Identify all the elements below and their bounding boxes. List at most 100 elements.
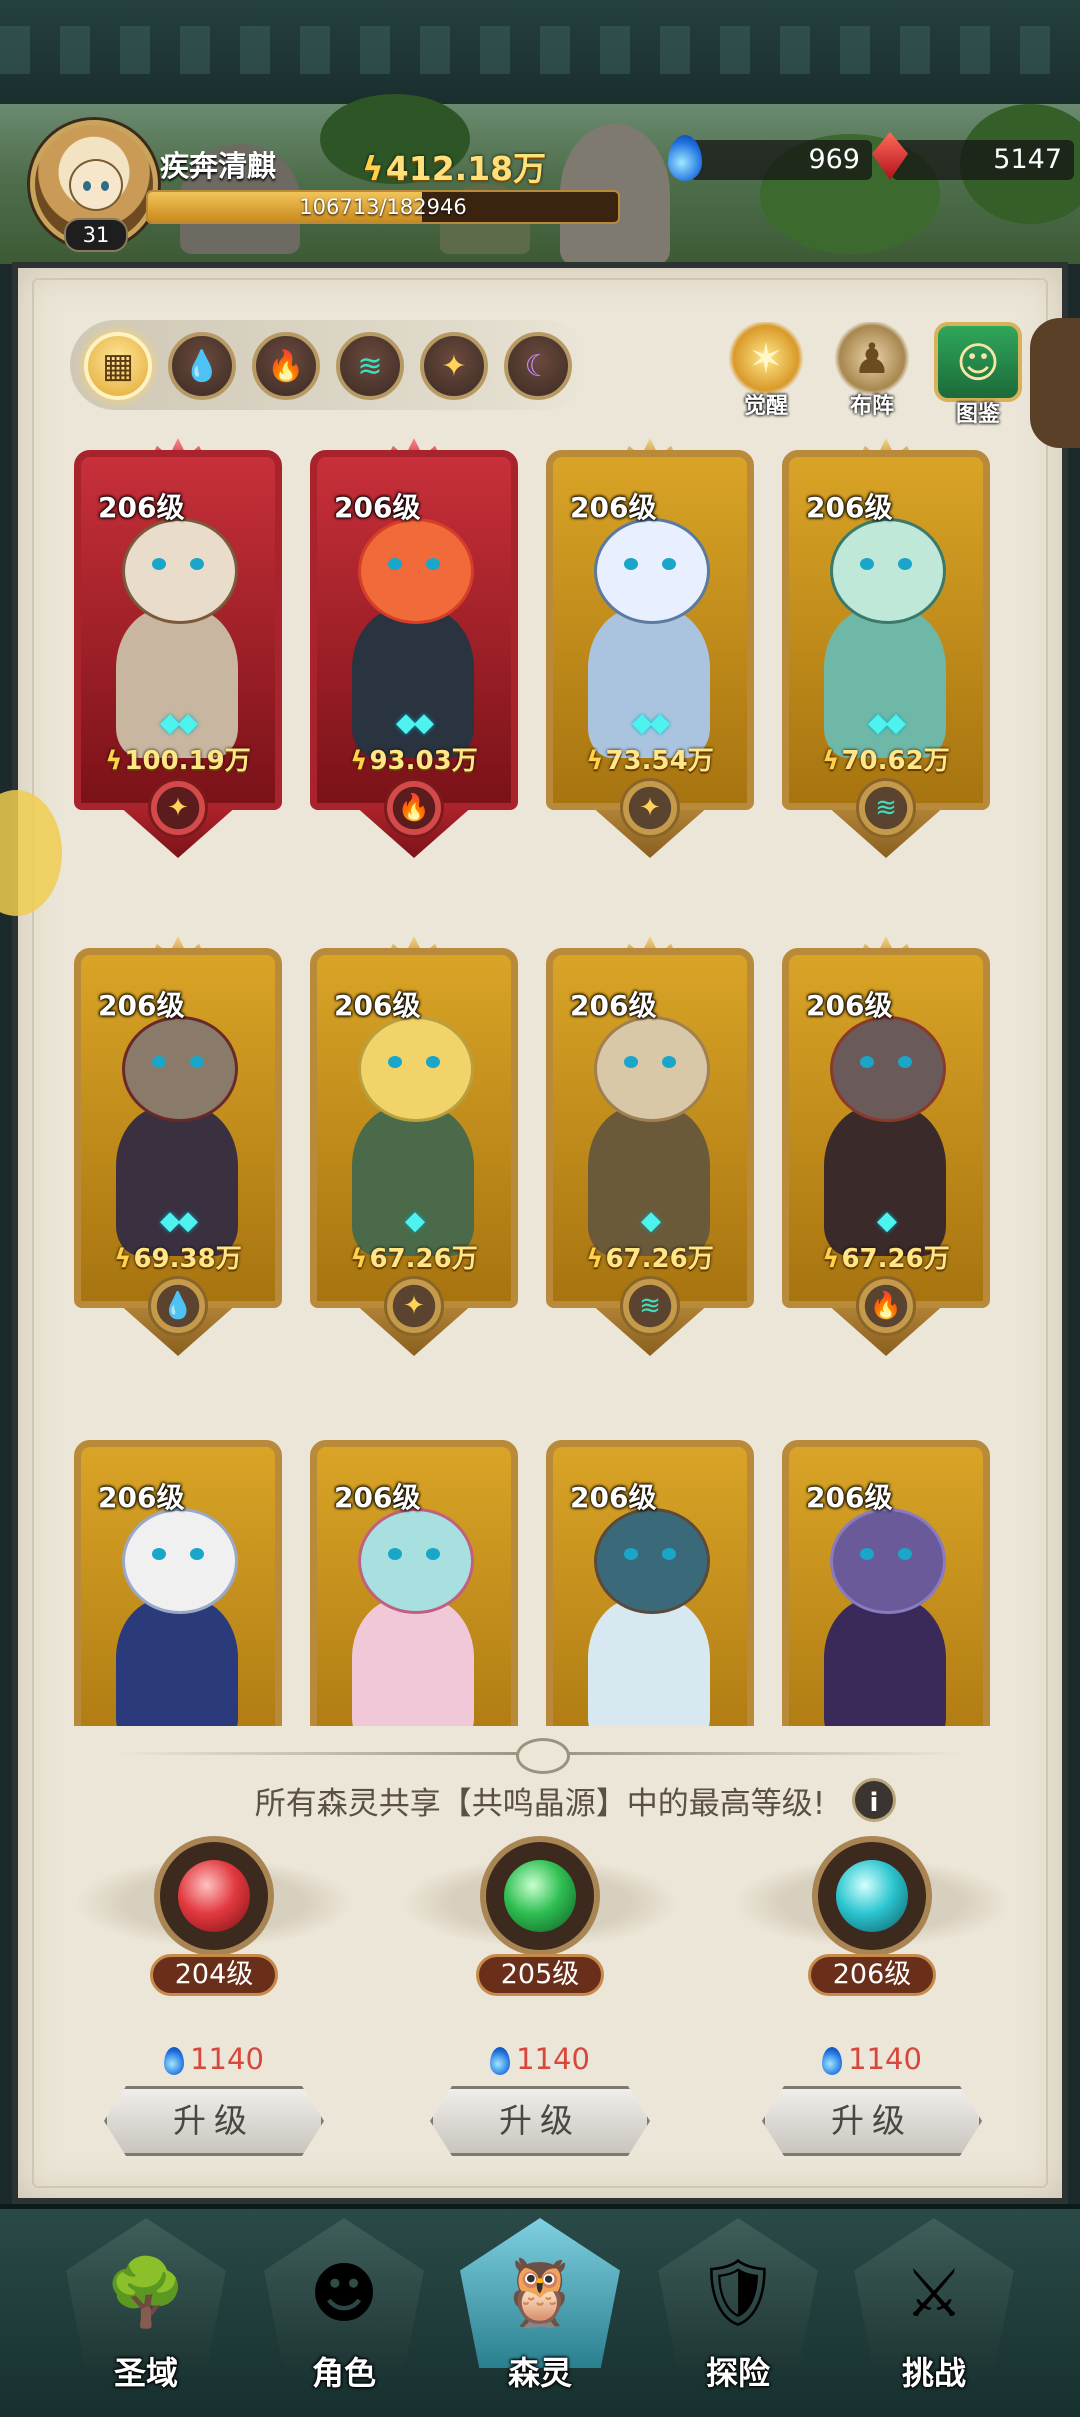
upgrade-button[interactable]: 升级: [104, 2086, 324, 2156]
tab-dark[interactable]: ☾: [504, 332, 572, 400]
power-bolt-icon: ϟ: [105, 746, 123, 776]
awaken-button[interactable]: ✶ 觉醒: [716, 322, 816, 422]
chess-pawn-icon: ♟: [832, 322, 912, 394]
spirit-card[interactable]: 206级: [310, 1440, 518, 1726]
fire-element-icon: 🔥: [856, 1276, 916, 1336]
spirit-power: ϟ67.26万: [350, 1244, 478, 1274]
water-crystal-counter[interactable]: 969: [690, 140, 872, 180]
spirit-card[interactable]: 206级: [546, 1440, 754, 1726]
upgrade-cost: 1140: [772, 2042, 972, 2076]
ruby-counter[interactable]: 5147: [892, 140, 1074, 180]
spirit-card[interactable]: 206级 ◆ ϟ67.26万 ✦: [310, 936, 518, 1366]
power-bolt-icon: ϟ: [114, 1244, 132, 1274]
orb-level: 204级: [150, 1954, 278, 1996]
resonance-orb-frame[interactable]: [480, 1836, 600, 1956]
tab-light[interactable]: ✦: [420, 332, 488, 400]
resonance-slot: 205级 1140 升级: [400, 1836, 680, 2156]
tab-wind[interactable]: ≋: [336, 332, 404, 400]
ruby-value: 5147: [993, 144, 1062, 175]
light-element-icon: ✦: [148, 778, 208, 838]
power-bolt-icon: ϟ: [822, 746, 840, 776]
power-bolt-icon: ϟ: [350, 1244, 368, 1274]
resonance-hint: 所有森灵共享【共鸣晶源】中的最高等级!: [254, 1786, 826, 1822]
nav-spirits[interactable]: 🦉 森灵: [448, 2218, 632, 2408]
tab-all[interactable]: ▦: [84, 332, 152, 400]
nav-label: 森灵: [507, 2354, 572, 2392]
spirit-icon: 🦉: [460, 2218, 620, 2368]
tab-water[interactable]: 💧: [168, 332, 236, 400]
fire-element-icon: 🔥: [267, 348, 305, 384]
resonance-orb-frame[interactable]: [154, 1836, 274, 1956]
spirit-card[interactable]: 206级 ◆◆ ϟ100.19万 ✦: [74, 438, 282, 868]
codex-button[interactable]: ☺ 图鉴: [928, 322, 1028, 427]
divider-knot: [516, 1738, 570, 1774]
green-orb-icon: [504, 1860, 576, 1932]
spirit-level: 206级: [334, 1481, 421, 1514]
power-bolt-icon: ϟ: [350, 746, 368, 776]
nav-sanctuary[interactable]: 🌳 圣域: [54, 2218, 238, 2408]
light-element-icon: ✦: [620, 778, 680, 838]
water-crystal-icon: [822, 2047, 843, 2075]
spirit-card[interactable]: 206级 ◆◆ ϟ70.62万 ≋: [782, 438, 990, 868]
nav-label: 探险: [705, 2354, 770, 2392]
codex-book-icon: ☺: [934, 322, 1022, 402]
nav-explore[interactable]: 🛡 探险: [646, 2218, 830, 2408]
star-rank: ◆◆: [160, 1206, 198, 1236]
spirit-card[interactable]: 206级 ◆◆ ϟ73.54万 ✦: [546, 438, 754, 868]
exp-text: 106713/182946: [299, 195, 467, 219]
spirit-card[interactable]: 206级: [74, 1440, 282, 1726]
nav-character[interactable]: ☻ 角色: [252, 2218, 436, 2408]
spirit-level: 206级: [334, 491, 421, 524]
spirit-power: ϟ100.19万: [105, 746, 251, 776]
nav-label: 角色: [311, 2354, 376, 2392]
shield-icon: 🛡: [658, 2218, 818, 2368]
spirit-level: 206级: [806, 989, 893, 1022]
spirit-card[interactable]: 206级 ◆ ϟ67.26万 🔥: [782, 936, 990, 1366]
upgrade-button[interactable]: 升级: [762, 2086, 982, 2156]
spirit-level: 206级: [570, 491, 657, 524]
spirit-level: 206级: [98, 1481, 185, 1514]
spirit-list-clip: 206级 206级 206级 206级: [60, 1440, 1020, 1726]
spirit-power: ϟ73.54万: [586, 746, 714, 776]
spirit-level: 206级: [98, 989, 185, 1022]
total-power: ϟ412.18万: [362, 142, 546, 190]
orb-level: 205级: [476, 1954, 604, 1996]
star-rank: ◆◆: [632, 708, 670, 738]
star-rank: ◆: [877, 1206, 897, 1236]
star-rank: ◆◆: [160, 708, 198, 738]
spirit-level: 206级: [334, 989, 421, 1022]
codex-label: 图鉴: [955, 402, 1000, 427]
info-icon[interactable]: i: [852, 1778, 896, 1822]
spirit-level: 206级: [570, 1481, 657, 1514]
resonance-slot: 206级 1140 升级: [732, 1836, 1012, 2156]
formation-label: 布阵: [849, 394, 894, 419]
resonance-orb-frame[interactable]: [812, 1836, 932, 1956]
upgrade-button[interactable]: 升级: [430, 2086, 650, 2156]
spirit-card[interactable]: 206级 ◆ ϟ67.26万 ≋: [546, 936, 754, 1366]
star-rank: ◆: [641, 1206, 661, 1236]
tab-fire[interactable]: 🔥: [252, 332, 320, 400]
upgrade-cost: 1140: [114, 2042, 314, 2076]
star-rank: ◆◆: [868, 708, 906, 738]
light-element-icon: ✦: [384, 1276, 444, 1336]
spirit-power: ϟ69.38万: [114, 1244, 242, 1274]
fire-element-icon: 🔥: [384, 778, 444, 838]
power-bolt-icon: ϟ: [586, 746, 604, 776]
spirit-power: ϟ93.03万: [350, 746, 478, 776]
power-bolt-icon: ϟ: [822, 1244, 840, 1274]
nav-label: 挑战: [901, 2354, 966, 2392]
orb-level: 206级: [808, 1954, 936, 1996]
resonance-slot: 204级 1140 升级: [74, 1836, 354, 2156]
total-power-value: 412.18万: [385, 149, 547, 188]
spirit-card[interactable]: 206级 ◆◆ ϟ93.03万 🔥: [310, 438, 518, 868]
awaken-label: 觉醒: [743, 394, 788, 419]
player-level-badge: 31: [64, 218, 128, 252]
formation-button[interactable]: ♟ 布阵: [822, 322, 922, 422]
spirit-card[interactable]: 206级: [782, 1440, 990, 1726]
nav-label: 圣域: [113, 2354, 178, 2392]
top-frame: [0, 0, 1080, 108]
moon-element-icon: ☾: [524, 348, 552, 384]
star-rank: ◆: [405, 1206, 425, 1236]
spirit-card[interactable]: 206级 ◆◆ ϟ69.38万 💧: [74, 936, 282, 1366]
nav-challenge[interactable]: ⚔ 挑战: [842, 2218, 1026, 2408]
